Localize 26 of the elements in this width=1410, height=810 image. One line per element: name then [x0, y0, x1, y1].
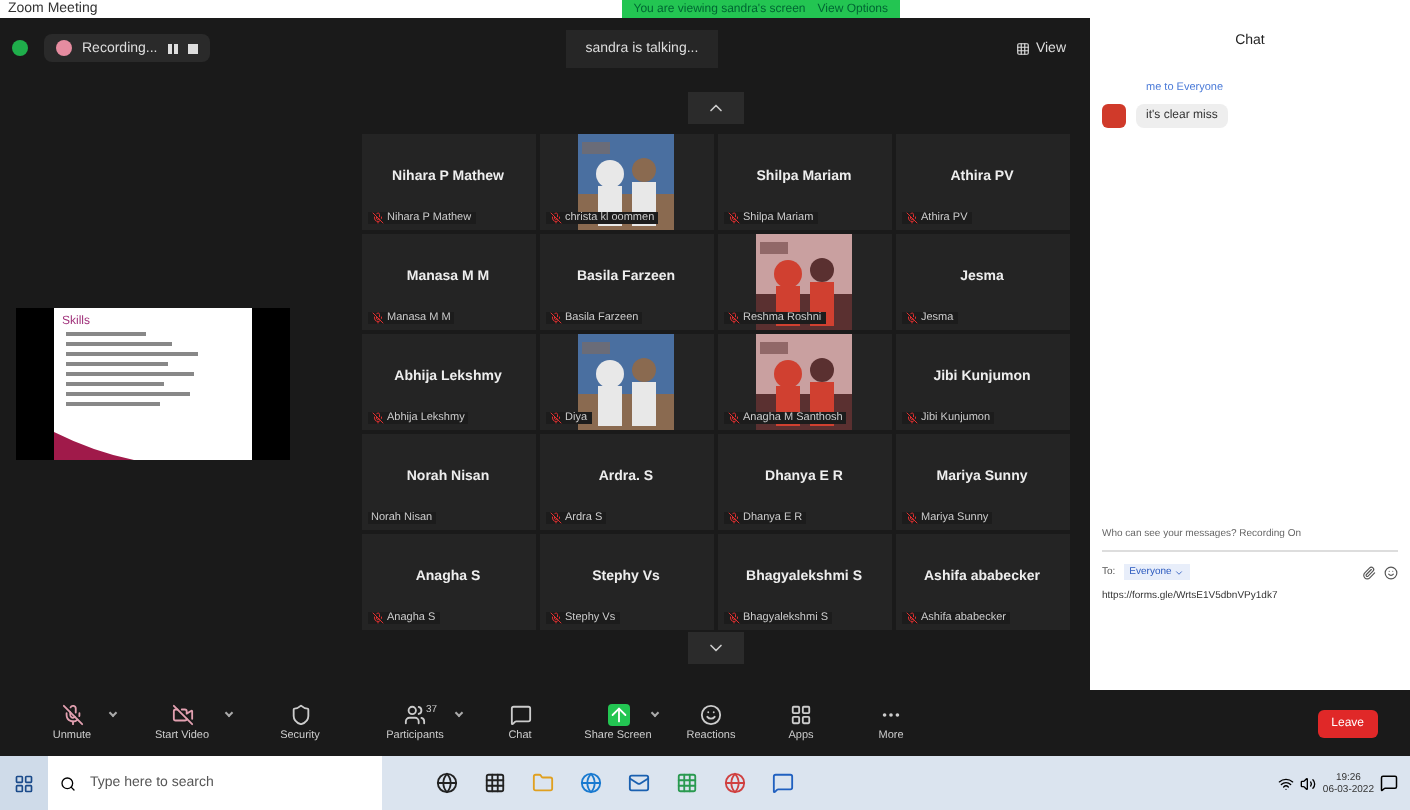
speaker-icon[interactable]	[1300, 775, 1317, 791]
attach-icon[interactable]	[1362, 565, 1376, 579]
notification-icon[interactable]	[1380, 774, 1398, 792]
caret-icon[interactable]	[650, 708, 660, 718]
avatar	[1102, 104, 1126, 128]
pause-icon[interactable]	[167, 43, 178, 53]
start-button[interactable]	[0, 756, 48, 810]
caret-icon[interactable]	[108, 708, 118, 718]
emoji-icon[interactable]	[1384, 565, 1398, 579]
grid-icon	[790, 704, 812, 726]
grid-icon	[1015, 41, 1030, 55]
swoosh-drawing	[54, 432, 134, 460]
record-icon	[56, 40, 72, 56]
windows-icon	[14, 773, 34, 793]
stop-icon[interactable]	[187, 43, 198, 53]
search-icon	[60, 775, 76, 791]
people-icon	[404, 704, 426, 726]
video-off-icon	[171, 704, 193, 726]
slide-text-drawing	[62, 332, 202, 412]
chat-bubble-icon	[509, 704, 531, 726]
muted-mic-icon	[61, 704, 83, 726]
caret-icon	[1173, 567, 1184, 577]
wifi-icon[interactable]	[1278, 775, 1295, 791]
caret-icon[interactable]	[224, 708, 234, 718]
caret-icon[interactable]	[454, 708, 464, 718]
smiley-icon	[700, 704, 722, 726]
